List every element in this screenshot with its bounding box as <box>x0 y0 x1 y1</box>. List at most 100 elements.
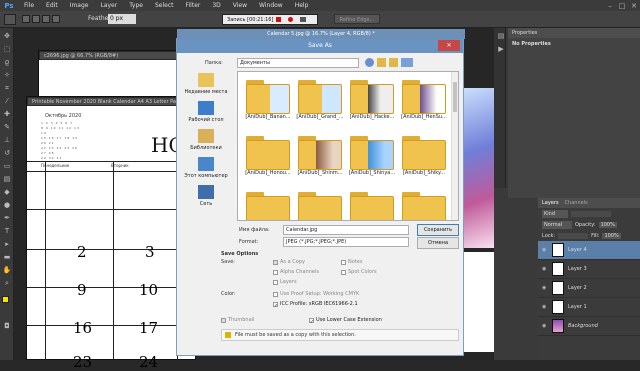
place-desktop[interactable]: Рабочий стол <box>188 101 224 123</box>
feather-input[interactable]: 0 px <box>108 14 136 24</box>
menu-image[interactable]: Image <box>64 2 95 9</box>
gradient-icon[interactable]: ▤ <box>2 174 12 184</box>
save-button[interactable]: Сохранить <box>417 224 459 236</box>
folder-select[interactable]: Документы <box>237 58 359 68</box>
folder-item[interactable] <box>244 190 292 220</box>
place-recent[interactable]: Недавние места <box>184 73 228 95</box>
shape-icon[interactable]: ▬ <box>2 252 12 262</box>
layers-option[interactable]: Layers <box>273 279 297 285</box>
scrollbar-thumb[interactable] <box>453 82 457 112</box>
proof-setup-option[interactable]: Use Proof Setup: Working CMYK <box>273 291 359 297</box>
menu-type[interactable]: Type <box>123 2 149 9</box>
layer-row[interactable]: ◉ Layer 2 <box>538 279 640 298</box>
history-icon[interactable]: ▤ <box>496 31 506 41</box>
place-computer[interactable]: Этот компьютер <box>184 157 228 179</box>
tab-channels[interactable]: Channels <box>565 198 588 208</box>
menu-filter[interactable]: Filter <box>180 2 207 9</box>
dodge-icon[interactable]: ● <box>2 200 12 210</box>
opacity-input[interactable]: 100% <box>598 221 617 228</box>
notes-option[interactable]: Notes <box>341 259 362 265</box>
menu-file[interactable]: File <box>18 2 40 9</box>
close-icon[interactable]: ✕ <box>628 2 640 10</box>
place-libraries[interactable]: Библиотеки <box>190 129 222 151</box>
document-tab-c2696[interactable]: c2696.jpg @ 66.7% (RGB/8#) <box>39 51 197 60</box>
folder-item[interactable]: [AniDub]_Shinya... <box>348 134 396 178</box>
eye-icon[interactable]: ◉ <box>542 304 548 310</box>
path-select-icon[interactable]: ▸ <box>2 239 12 249</box>
eraser-icon[interactable]: ▭ <box>2 161 12 171</box>
stop-icon[interactable] <box>276 17 281 22</box>
history-brush-icon[interactable]: ↺ <box>2 148 12 158</box>
type-icon[interactable]: T <box>2 226 12 236</box>
alpha-option[interactable]: Alpha Channels <box>273 269 319 275</box>
menu-view[interactable]: View <box>227 2 253 9</box>
checkbox[interactable] <box>273 269 278 275</box>
checkbox[interactable] <box>273 279 278 285</box>
folder-item[interactable]: [AniDub]_Shinm... <box>296 134 344 178</box>
folder-item[interactable]: [AniDub]_HenSu... <box>400 78 448 122</box>
filter-kind-select[interactable]: Kind <box>542 209 568 218</box>
filter-icons[interactable] <box>571 210 611 217</box>
foreground-color-swatch[interactable] <box>2 296 9 303</box>
new-folder-icon[interactable] <box>389 58 398 67</box>
crop-icon[interactable]: ⌗ <box>2 83 12 93</box>
move-tool-icon[interactable]: ✥ <box>2 31 12 41</box>
up-folder-icon[interactable] <box>377 58 386 67</box>
magic-wand-icon[interactable]: ✧ <box>2 70 12 80</box>
folder-item[interactable]: [AniDub]_Banan... <box>244 78 292 122</box>
layer-row[interactable]: ◉ Layer 1 <box>538 298 640 317</box>
hand-icon[interactable]: ✋ <box>2 265 12 275</box>
eye-icon[interactable]: ◉ <box>542 266 548 272</box>
blend-mode-select[interactable]: Normal <box>542 220 572 229</box>
layer-row[interactable]: ◉ Layer 4 <box>538 241 640 260</box>
marquee-icon[interactable]: ⬚ <box>2 44 12 54</box>
folder-item[interactable]: [AniDub]_Grand_... <box>296 78 344 122</box>
pen-icon[interactable]: ✒ <box>2 213 12 223</box>
eyedropper-icon[interactable]: ⁄ <box>2 96 12 106</box>
view-menu-icon[interactable] <box>401 58 413 67</box>
spot-option[interactable]: Spot Colors <box>341 269 377 275</box>
menu-edit[interactable]: Edit <box>40 2 64 9</box>
back-icon[interactable] <box>365 58 374 67</box>
checkbox[interactable] <box>341 269 346 275</box>
close-icon[interactable]: ✕ <box>438 40 460 51</box>
menu-3d[interactable]: 3D <box>206 2 226 9</box>
refine-edge-button[interactable]: Refine Edge... <box>334 14 380 24</box>
healing-icon[interactable]: ✚ <box>2 109 12 119</box>
folder-item[interactable]: [AniDub]_Shiky... <box>400 134 448 178</box>
lasso-icon[interactable]: ϱ <box>2 57 12 67</box>
document-tab-calendar[interactable]: Printable November 2020 Blank Calendar A… <box>27 97 195 106</box>
place-network[interactable]: Сеть <box>198 185 214 207</box>
lock-icons[interactable] <box>558 232 589 239</box>
selection-mode-icons[interactable] <box>22 15 62 24</box>
stamp-icon[interactable]: ⊥ <box>2 135 12 145</box>
thumbnail-option[interactable]: Thumbnail <box>221 317 254 323</box>
fill-input[interactable]: 100% <box>602 232 621 239</box>
as-copy-option[interactable]: As a Copy <box>273 259 305 265</box>
quick-mask-icon[interactable]: ◘ <box>2 321 12 331</box>
eye-icon[interactable]: ◉ <box>542 247 548 253</box>
zoom-icon[interactable]: ⌕ <box>2 278 12 288</box>
file-list-scrollbar[interactable] <box>451 72 458 220</box>
folder-item[interactable]: [AniDub]_Hacke... <box>348 78 396 122</box>
lowercase-extension-option[interactable]: ✓ Use Lower Case Extension <box>309 317 382 325</box>
layer-row[interactable]: ◉ Background <box>538 317 640 336</box>
checkbox[interactable] <box>221 317 226 323</box>
menu-layer[interactable]: Layer <box>94 2 123 9</box>
checkbox[interactable]: ✓ <box>273 301 278 309</box>
folder-item[interactable] <box>348 190 396 220</box>
marquee-tool-icon[interactable] <box>4 14 16 25</box>
blur-icon[interactable]: ◆ <box>2 187 12 197</box>
brush-icon[interactable]: ✎ <box>2 122 12 132</box>
checkbox[interactable]: ✓ <box>309 317 314 325</box>
eye-icon[interactable]: ◉ <box>542 285 548 291</box>
menu-select[interactable]: Select <box>149 2 180 9</box>
cancel-button[interactable]: Отмена <box>417 237 459 249</box>
actions-icon[interactable]: ▶ <box>496 44 506 54</box>
camera-icon[interactable] <box>300 17 306 22</box>
format-select[interactable]: JPEG (*.JPG;*.JPEG;*.JPE) <box>283 237 409 247</box>
checkbox[interactable] <box>273 259 278 265</box>
folder-item[interactable] <box>296 190 344 220</box>
checkbox[interactable] <box>341 259 346 265</box>
checkbox[interactable] <box>273 291 278 297</box>
